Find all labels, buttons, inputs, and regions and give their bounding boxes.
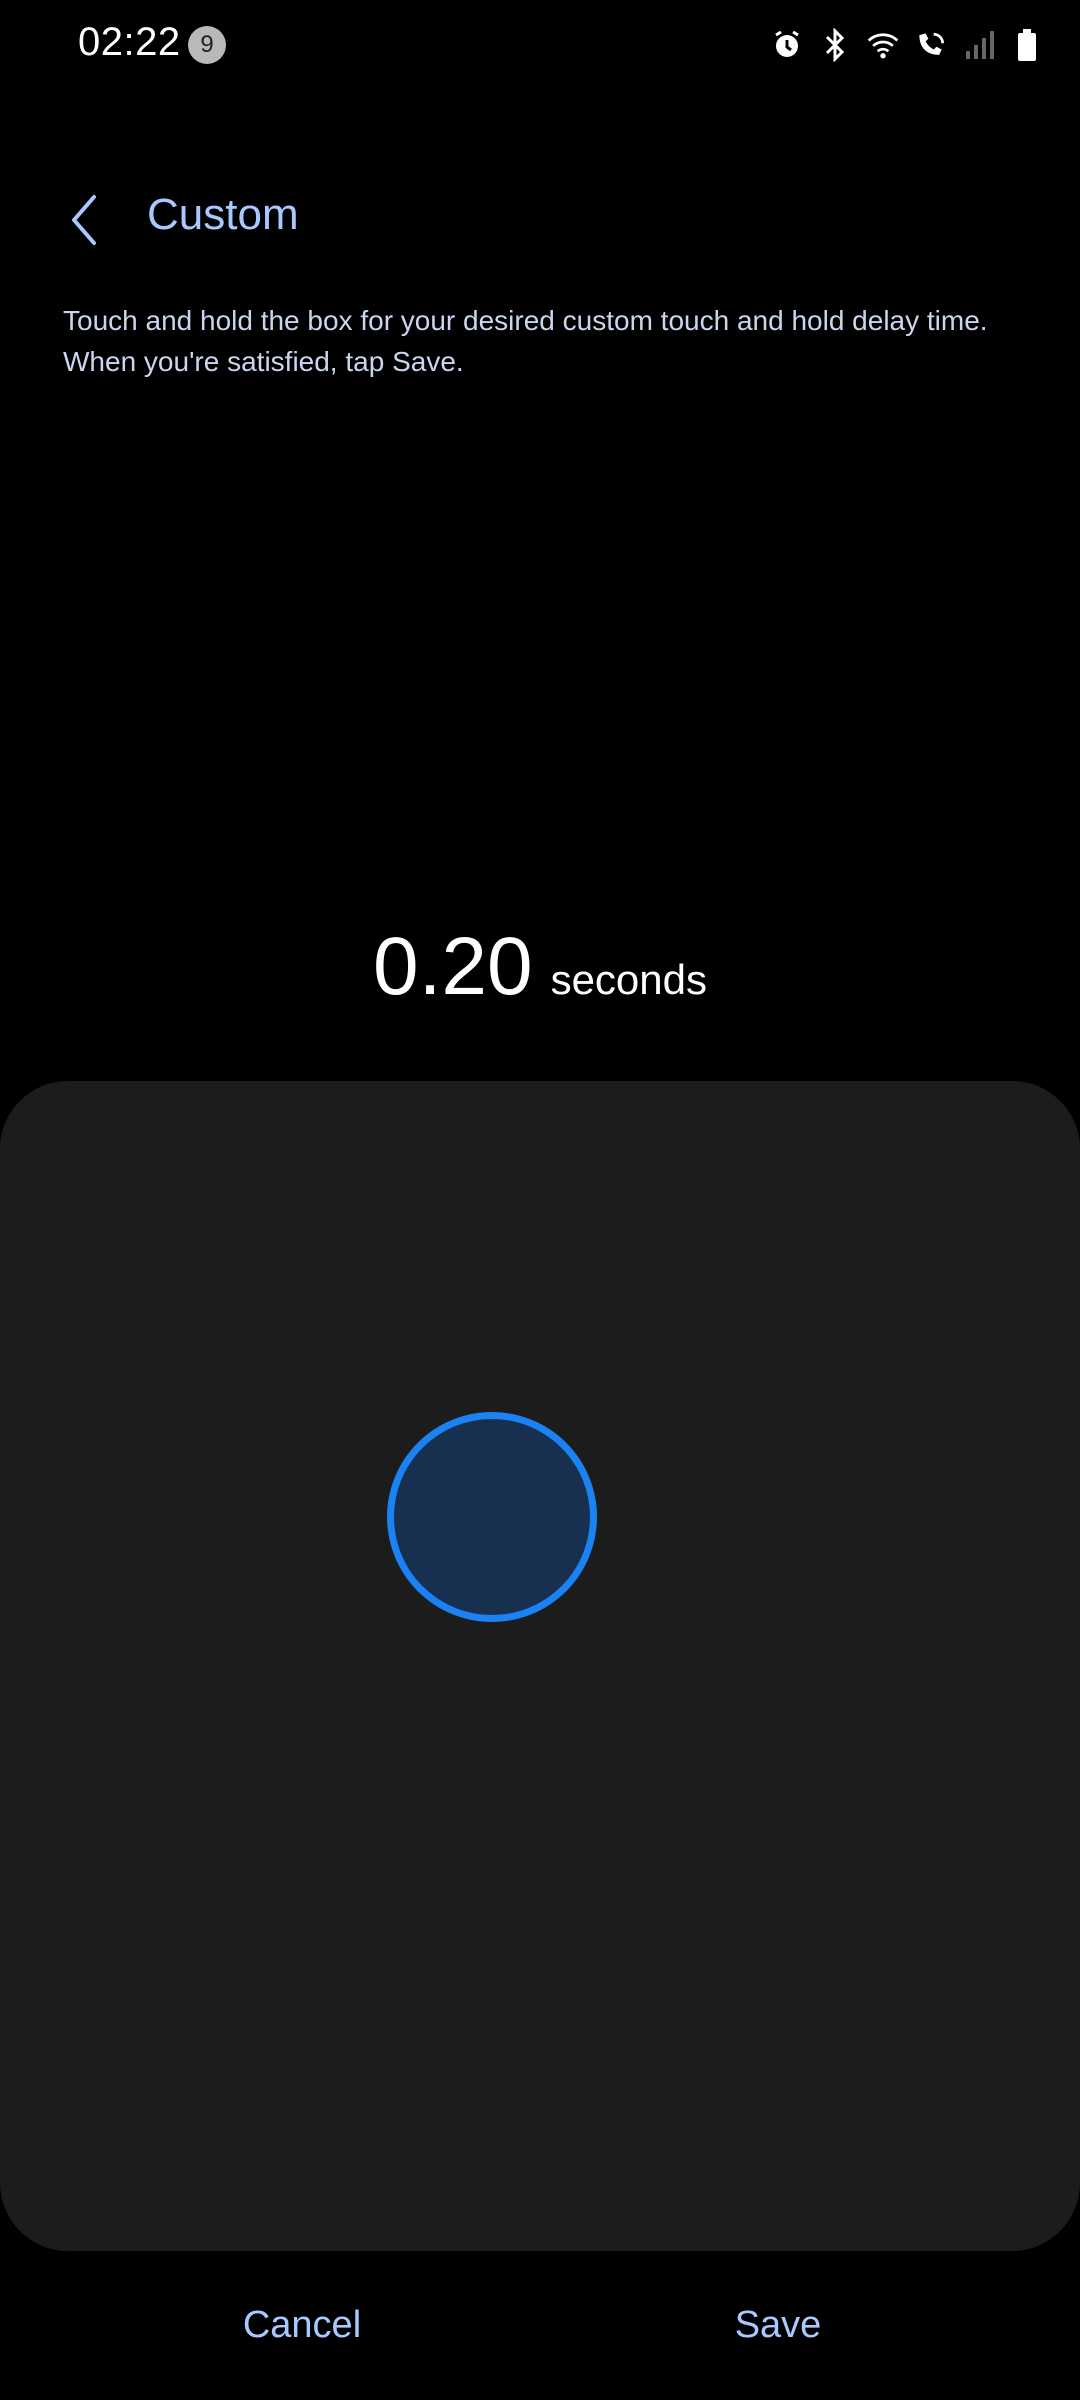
bottom-actions: Cancel Save [0, 2280, 1080, 2370]
touch-hold-box[interactable] [0, 1081, 1080, 2251]
screen: 02:22 9 Custom Touch and hold the box fo… [0, 0, 1080, 2400]
bluetooth-icon [818, 24, 852, 66]
delay-unit: seconds [550, 956, 708, 1003]
wifi-call-icon [914, 24, 948, 66]
status-icons [770, 24, 1044, 66]
touch-indicator-circle [387, 1412, 597, 1622]
save-button[interactable]: Save [628, 2280, 928, 2370]
delay-readout: 0.20 seconds [0, 920, 1080, 1014]
chevron-left-icon [72, 195, 96, 245]
page-title: Custom [147, 190, 299, 239]
delay-value: 0.20 [372, 921, 533, 1012]
notification-count-badge: 9 [188, 26, 226, 64]
status-clock: 02:22 [78, 20, 181, 64]
instructions-text: Touch and hold the box for your desired … [63, 305, 988, 377]
wifi-icon [866, 24, 900, 66]
back-button[interactable] [52, 188, 116, 252]
battery-icon [1010, 24, 1044, 66]
app-bar: Custom [0, 180, 1080, 260]
status-bar: 02:22 9 [0, 0, 1080, 92]
signal-icon [962, 24, 996, 66]
cancel-button[interactable]: Cancel [152, 2280, 452, 2370]
alarm-icon [770, 24, 804, 66]
